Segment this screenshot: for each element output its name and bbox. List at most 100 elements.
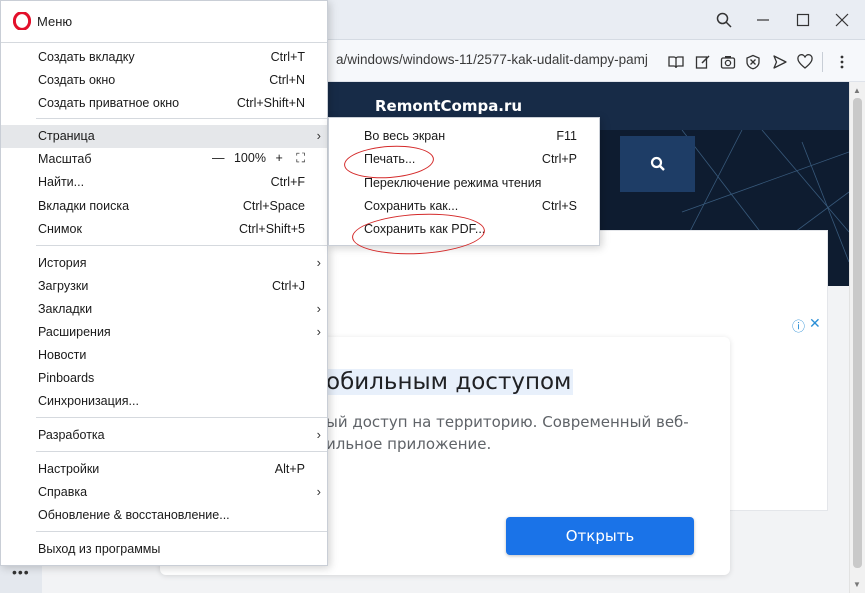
chevron-right-icon: › [316,301,321,316]
zoom-in-button[interactable]: + [275,151,282,165]
submenu-item-reader-mode[interactable]: Переключение режима чтения [329,172,599,195]
search-icon[interactable] [711,8,737,32]
send-icon[interactable] [770,52,790,72]
menu-header[interactable]: Меню [1,1,327,42]
menu-item-update-recovery[interactable]: Обновление & восстановление... [1,504,327,527]
search-icon [650,156,665,171]
menu-item-label: Создать приватное окно [38,96,180,110]
page-scrollbar[interactable]: ▲ ▼ [849,82,865,593]
url-field[interactable]: a/windows/windows-11/2577-kak-udalit-dam… [336,52,658,72]
opera-main-menu: Меню Создать вкладку Ctrl+T Создать окно… [0,0,328,566]
menu-item-new-tab[interactable]: Создать вкладку Ctrl+T [1,46,327,69]
close-icon[interactable] [829,8,855,32]
menu-item-label: Вкладки поиска [38,199,130,213]
heart-icon[interactable] [795,52,815,72]
menu-item-label: Pinboards [38,371,95,385]
ad-description-line: ильное приложение. [326,435,492,453]
submenu-item-fullscreen[interactable]: Во весь экран F11 [329,125,599,148]
menu-item-shortcut: Ctrl+T [270,50,305,64]
menu-item-label: История [38,256,87,270]
menu-item-snapshot[interactable]: Снимок Ctrl+Shift+5 [1,218,327,241]
menu-item-label: Настройки [38,462,100,476]
menu-item-shortcut: Ctrl+Shift+5 [238,222,305,236]
ad-description-line: ый доступ на территорию. Современный веб… [326,413,689,431]
menu-item-zoom[interactable]: Масштаб — 100% + ⛶ [1,148,327,171]
site-search-button[interactable] [620,136,695,192]
menu-item-find[interactable]: Найти... Ctrl+F [1,171,327,194]
menu-item-shortcut: Ctrl+F [270,175,305,189]
submenu-item-label: Во весь экран [364,129,446,143]
submenu-item-label: Сохранить как... [364,199,459,213]
submenu-item-save-as-pdf[interactable]: Сохранить как PDF... [329,218,599,241]
menu-item-label: Страница [38,129,95,143]
menu-item-developer[interactable]: Разработка › [1,424,327,447]
menu-item-label: Снимок [38,222,82,236]
pencil-icon[interactable] [693,52,713,72]
maximize-icon[interactable] [790,8,816,32]
scrollbar-thumb[interactable] [853,98,862,568]
menu-divider [1,42,327,43]
menu-item-label: Обновление & восстановление... [38,508,230,522]
page-submenu: Во весь экран F11 Печать... Ctrl+P Перек… [328,117,600,246]
menu-item-label: Масштаб [38,152,92,166]
fullscreen-icon[interactable]: ⛶ [296,151,305,166]
menu-item-label: Создать окно [38,73,116,87]
menu-item-search-tabs[interactable]: Вкладки поиска Ctrl+Space [1,195,327,218]
menu-item-label: Справка [38,485,88,499]
menu-divider [36,417,327,418]
menu-item-new-window[interactable]: Создать окно Ctrl+N [1,69,327,92]
menu-divider [36,531,327,532]
menu-item-label: Разработка [38,428,105,442]
submenu-item-print[interactable]: Печать... Ctrl+P [329,148,599,171]
chevron-right-icon: › [316,484,321,499]
shield-icon[interactable] [743,52,763,72]
menu-divider [36,451,327,452]
book-icon[interactable] [666,52,686,72]
site-logo[interactable]: RemontCompa.ru [375,97,522,115]
menu-item-page[interactable]: Страница › [1,125,327,148]
menu-item-history[interactable]: История › [1,252,327,275]
ad-close-icon[interactable]: ✕ [809,315,821,332]
submenu-item-shortcut: Ctrl+S [541,199,577,213]
menu-item-exit[interactable]: Выход из программы [1,538,327,561]
camera-icon[interactable] [718,52,738,72]
menu-item-settings[interactable]: Настройки Alt+P [1,458,327,481]
menu-item-label: Синхронизация... [38,394,139,408]
more-icon[interactable] [832,52,852,72]
menu-item-bookmarks[interactable]: Закладки › [1,298,327,321]
menu-item-label: Создать вкладку [38,50,135,64]
menu-title: Меню [37,14,73,29]
menu-item-help[interactable]: Справка › [1,481,327,504]
sidebar-more-icon[interactable]: ••• [12,564,30,580]
menu-item-shortcut: Ctrl+Space [242,199,305,213]
ad-open-button[interactable]: Открыть [506,517,694,555]
minimize-icon[interactable] [750,8,776,32]
menu-item-label: Новости [38,348,87,362]
submenu-item-label: Сохранить как PDF... [364,222,486,236]
menu-item-shortcut: Alt+P [274,462,305,476]
menu-item-shortcut: Ctrl+N [269,73,305,87]
ad-description: ый доступ на территорию. Современный веб… [326,411,730,455]
menu-divider [36,245,327,246]
menu-item-label: Расширения [38,325,111,339]
submenu-item-shortcut: Ctrl+P [541,152,577,166]
menu-item-extensions[interactable]: Расширения › [1,321,327,344]
submenu-item-label: Печать... [364,152,416,166]
zoom-out-button[interactable]: — [212,151,225,165]
menu-item-private-window[interactable]: Создать приватное окно Ctrl+Shift+N [1,92,327,115]
menu-item-label: Выход из программы [38,542,161,556]
chevron-right-icon: › [316,255,321,270]
menu-item-label: Закладки [38,302,93,316]
menu-item-sync[interactable]: Синхронизация... [1,390,327,413]
ad-info-icon[interactable]: ⓘ [792,316,805,335]
menu-item-downloads[interactable]: Загрузки Ctrl+J [1,275,327,298]
submenu-item-save-as[interactable]: Сохранить как... Ctrl+S [329,195,599,218]
menu-item-pinboards[interactable]: Pinboards [1,367,327,390]
scroll-down-icon[interactable]: ▼ [853,580,861,589]
menu-item-news[interactable]: Новости [1,344,327,367]
chevron-right-icon: › [316,427,321,442]
scroll-up-icon[interactable]: ▲ [853,86,861,95]
menu-item-label: Найти... [38,175,85,189]
menu-item-shortcut: Ctrl+Shift+N [236,96,305,110]
ad-title: обильным доступом [326,369,574,395]
